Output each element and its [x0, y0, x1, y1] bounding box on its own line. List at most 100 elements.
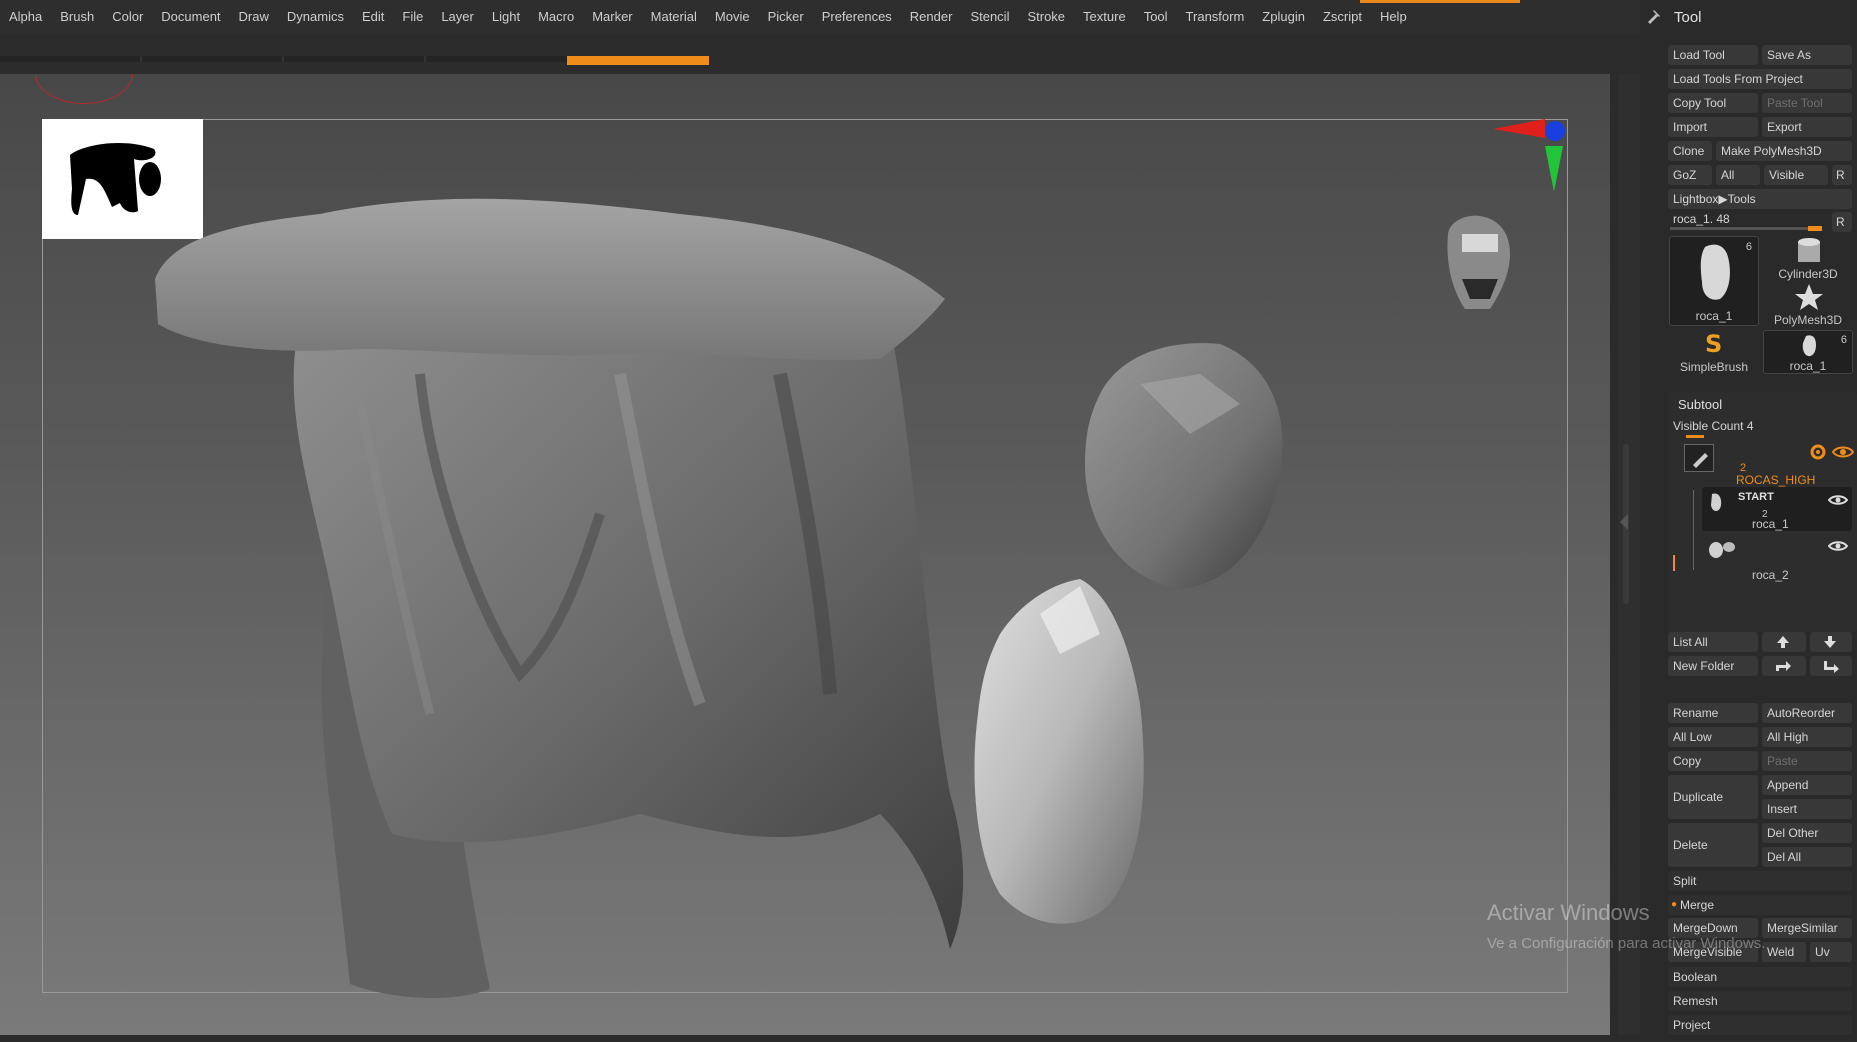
move-into-folder-button[interactable] — [1762, 656, 1806, 676]
menu-item-light[interactable]: Light — [483, 0, 529, 34]
clone-button[interactable]: Clone — [1668, 141, 1712, 161]
import-button[interactable]: Import — [1668, 117, 1758, 137]
del-all-button[interactable]: Del All — [1762, 847, 1852, 867]
tool-slider-thumb[interactable] — [1808, 226, 1822, 231]
menu-item-render[interactable]: Render — [901, 0, 962, 34]
load-tool-button[interactable]: Load Tool — [1668, 45, 1758, 65]
make-polymesh-button[interactable]: Make PolyMesh3D — [1716, 141, 1852, 161]
menu-item-movie[interactable]: Movie — [706, 0, 759, 34]
menu-item-material[interactable]: Material — [642, 0, 706, 34]
axis-gizmo[interactable] — [1493, 119, 1565, 192]
menu-item-help[interactable]: Help — [1371, 0, 1416, 34]
folder-name[interactable]: ROCAS_HIGH — [1736, 473, 1815, 487]
menu-item-edit[interactable]: Edit — [353, 0, 393, 34]
eye-icon[interactable] — [1828, 539, 1848, 553]
rename-button[interactable]: Rename — [1668, 703, 1758, 723]
folder-edit-icon[interactable] — [1684, 444, 1714, 472]
all-low-button[interactable]: All Low — [1668, 727, 1758, 747]
paste-subtool-button[interactable]: Paste — [1762, 751, 1852, 771]
menu-item-brush[interactable]: Brush — [51, 0, 103, 34]
current-tool-thumb[interactable]: 6 roca_1 — [1669, 236, 1759, 326]
all-high-button[interactable]: All High — [1762, 727, 1852, 747]
del-other-button[interactable]: Del Other — [1762, 823, 1852, 843]
shelf-divider — [282, 56, 284, 62]
menu-item-picker[interactable]: Picker — [759, 0, 813, 34]
menu-item-dynamics[interactable]: Dynamics — [278, 0, 353, 34]
menu-item-marker[interactable]: Marker — [583, 0, 641, 34]
document-canvas[interactable] — [0, 74, 1610, 1035]
auto-reorder-button[interactable]: AutoReorder — [1762, 703, 1852, 723]
cylinder3d-thumb[interactable]: Cylinder3D — [1763, 236, 1853, 281]
collapse-arrow-icon[interactable] — [1620, 514, 1628, 530]
tool-slider[interactable] — [1670, 226, 1822, 231]
roca-1-thumb[interactable]: 6 roca_1 — [1763, 330, 1853, 374]
merge-section[interactable]: ● Merge — [1668, 895, 1852, 915]
export-button[interactable]: Export — [1762, 117, 1852, 137]
menu-item-color[interactable]: Color — [103, 0, 152, 34]
menu-item-file[interactable]: File — [393, 0, 432, 34]
arrow-right-down-icon — [1824, 661, 1839, 673]
new-folder-button[interactable]: New Folder — [1668, 656, 1758, 676]
load-tools-from-project-button[interactable]: Load Tools From Project — [1668, 69, 1852, 89]
menu-item-zplugin[interactable]: Zplugin — [1253, 0, 1314, 34]
subtool-item-roca-2[interactable]: roca_2 — [1702, 535, 1852, 582]
tool-palette-header[interactable]: Tool — [1640, 0, 1857, 34]
move-out-folder-button[interactable] — [1810, 656, 1852, 676]
uv-button[interactable]: Uv — [1810, 942, 1852, 962]
move-up-button[interactable] — [1762, 632, 1806, 652]
eye-icon[interactable] — [1828, 493, 1848, 507]
insert-button[interactable]: Insert — [1762, 799, 1852, 819]
polymesh3d-thumb[interactable]: PolyMesh3D — [1763, 282, 1853, 327]
weld-button[interactable]: Weld — [1762, 942, 1806, 962]
rock-mesh-small-1[interactable] — [1085, 343, 1283, 589]
merge-similar-button[interactable]: MergeSimilar — [1762, 918, 1852, 938]
goz-button[interactable]: GoZ — [1668, 165, 1712, 185]
paste-tool-button[interactable]: Paste Tool — [1762, 93, 1852, 113]
gizmo-z-axis — [1545, 121, 1565, 141]
split-section[interactable]: Split — [1668, 871, 1852, 891]
copy-tool-button[interactable]: Copy Tool — [1668, 93, 1758, 113]
arrow-down-icon — [1824, 636, 1836, 648]
boolean-section[interactable]: Boolean — [1668, 967, 1852, 987]
menu-item-macro[interactable]: Macro — [529, 0, 583, 34]
hammer-icon — [1648, 10, 1660, 24]
subtool-title[interactable]: Subtool — [1678, 397, 1722, 412]
rock-mesh-small-2[interactable] — [974, 579, 1144, 924]
goz-all-button[interactable]: All — [1716, 165, 1760, 185]
menu-item-alpha[interactable]: Alpha — [0, 0, 51, 34]
goz-visible-button[interactable]: Visible — [1764, 165, 1828, 185]
menu-item-transform[interactable]: Transform — [1177, 0, 1254, 34]
menu-item-stencil[interactable]: Stencil — [961, 0, 1018, 34]
copy-subtool-button[interactable]: Copy — [1668, 751, 1758, 771]
list-all-button[interactable]: List All — [1668, 632, 1758, 652]
append-button[interactable]: Append — [1762, 775, 1852, 795]
visible-count-slider[interactable] — [1686, 435, 1704, 438]
lightbox-tools-button[interactable]: Lightbox▶Tools — [1668, 189, 1852, 209]
save-as-button[interactable]: Save As — [1762, 45, 1852, 65]
remesh-section[interactable]: Remesh — [1668, 991, 1852, 1011]
menu-item-tool[interactable]: Tool — [1135, 0, 1177, 34]
menu-item-stroke[interactable]: Stroke — [1018, 0, 1074, 34]
move-down-button[interactable] — [1810, 632, 1852, 652]
goz-r-button[interactable]: R — [1832, 165, 1852, 185]
rock-mesh-main[interactable] — [155, 198, 964, 999]
navigation-head-icon[interactable] — [1447, 215, 1510, 309]
menu-item-layer[interactable]: Layer — [432, 0, 483, 34]
viewport-side-scroller[interactable] — [1618, 74, 1640, 1035]
tool-slider-r-button[interactable]: R — [1832, 212, 1852, 232]
project-section[interactable]: Project — [1668, 1015, 1852, 1035]
simplebrush-icon: S — [1705, 330, 1722, 358]
delete-button[interactable]: Delete — [1668, 823, 1758, 867]
eye-icon[interactable] — [1832, 444, 1854, 460]
simplebrush-thumb[interactable]: S SimpleBrush — [1669, 328, 1759, 374]
menu-item-texture[interactable]: Texture — [1074, 0, 1135, 34]
active-shelf-tab[interactable] — [567, 56, 709, 65]
menu-item-preferences[interactable]: Preferences — [813, 0, 901, 34]
tree-line — [1693, 490, 1694, 570]
menu-item-zscript[interactable]: Zscript — [1314, 0, 1371, 34]
gear-icon[interactable] — [1808, 442, 1828, 462]
duplicate-button[interactable]: Duplicate — [1668, 775, 1758, 819]
menu-item-document[interactable]: Document — [152, 0, 229, 34]
subtool-item-roca-1[interactable]: START 2 roca_1 — [1702, 487, 1852, 531]
menu-item-draw[interactable]: Draw — [230, 0, 278, 34]
